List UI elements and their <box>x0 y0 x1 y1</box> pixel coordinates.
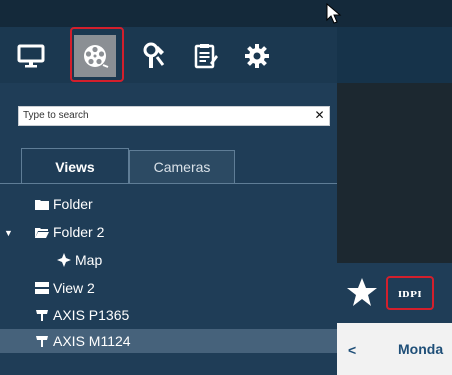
previous-day-button[interactable]: < <box>348 342 356 358</box>
mouse-cursor-icon <box>326 3 342 24</box>
configuration-button[interactable] <box>236 35 278 77</box>
logs-button[interactable] <box>184 35 226 77</box>
video-area <box>337 83 452 263</box>
camera-icon <box>34 334 50 348</box>
tree-item-label: View 2 <box>53 280 95 296</box>
tree-item-label: Folder <box>53 196 93 212</box>
tree-item-label: AXIS M1124 <box>53 333 131 349</box>
expand-arrow-icon[interactable]: ▼ <box>4 228 13 238</box>
star-icon[interactable] <box>346 276 378 308</box>
search-input[interactable]: Type to search <box>18 106 330 126</box>
tree-item-label: Folder 2 <box>53 224 105 240</box>
tree-item-label: Map <box>75 252 103 268</box>
folder-open-icon <box>34 225 50 239</box>
tree-item-folder[interactable]: Folder <box>34 192 93 216</box>
map-icon <box>56 253 72 267</box>
window-top-bar <box>0 0 452 27</box>
gear-icon <box>245 44 269 68</box>
view-icon <box>34 281 50 295</box>
tree-item-view-2[interactable]: View 2 <box>34 276 95 300</box>
tools-button[interactable] <box>132 35 174 77</box>
clipboard-icon <box>194 44 218 69</box>
day-label: Monda <box>398 341 444 357</box>
tab-views[interactable]: Views <box>21 148 129 184</box>
tree-item-folder-2[interactable]: Folder 2 <box>34 220 104 244</box>
tree-item-axis-m1124[interactable]: AXIS M1124 <box>0 329 337 353</box>
clear-search-button[interactable]: ✕ <box>312 108 327 123</box>
tree-item-map[interactable]: Map <box>56 248 102 272</box>
tree-item-axis-p1365[interactable]: AXIS P1365 <box>34 303 129 327</box>
live-view-button[interactable] <box>10 35 52 77</box>
timeline-highlight-frame <box>386 276 434 310</box>
tab-cameras[interactable]: Cameras <box>129 150 235 184</box>
tree-item-label: AXIS P1365 <box>53 307 130 323</box>
camera-icon <box>34 308 50 322</box>
monitor-icon <box>17 44 45 68</box>
tools-icon <box>143 42 165 68</box>
folder-icon <box>34 197 50 211</box>
playback-highlight-frame <box>70 27 124 82</box>
right-header-band <box>337 27 452 83</box>
tab-divider <box>0 183 337 184</box>
